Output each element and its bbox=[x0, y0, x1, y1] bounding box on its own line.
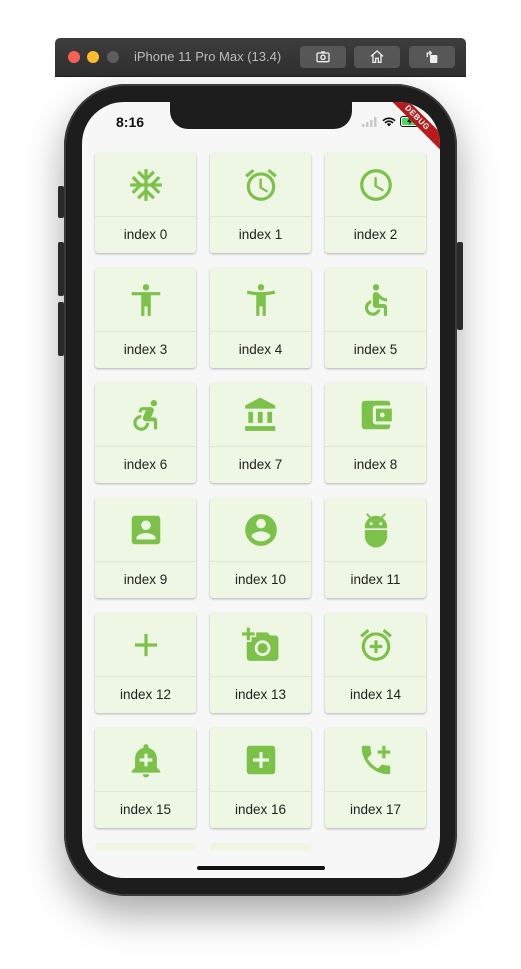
grid-item-icon-area bbox=[95, 153, 196, 217]
account-box-icon bbox=[131, 515, 160, 544]
add-call-icon bbox=[361, 745, 390, 774]
accessible-icon bbox=[364, 283, 387, 316]
icon-grid: index 0 index 1 index 2 index 3 index 4 index… bbox=[82, 102, 440, 878]
grid-item-label: index 3 bbox=[123, 342, 168, 357]
access-alarm-icon bbox=[244, 168, 277, 201]
grid-item-partial[interactable] bbox=[210, 843, 311, 851]
grid-item-icon-area bbox=[95, 613, 196, 677]
grid-item-label: index 16 bbox=[234, 802, 287, 817]
grid-item-label: index 12 bbox=[119, 687, 172, 702]
screenshot-button[interactable] bbox=[300, 46, 346, 68]
grid-item[interactable]: index 3 bbox=[95, 268, 196, 368]
grid-item[interactable]: index 5 bbox=[325, 268, 426, 368]
grid-item-label: index 14 bbox=[349, 687, 402, 702]
grid-item-icon-area bbox=[95, 728, 196, 792]
wifi-icon bbox=[382, 117, 396, 126]
minimize-window-button[interactable] bbox=[87, 51, 99, 63]
grid-item[interactable]: index 11 bbox=[325, 498, 426, 598]
home-indicator[interactable] bbox=[197, 866, 325, 870]
access-time-icon bbox=[359, 168, 392, 201]
home-button[interactable] bbox=[354, 46, 400, 68]
volume-down-button bbox=[58, 302, 64, 356]
grid-item[interactable]: index 12 bbox=[95, 613, 196, 713]
grid-item[interactable]: index 9 bbox=[95, 498, 196, 598]
grid-item-label: index 15 bbox=[119, 802, 172, 817]
grid-item-label: index 7 bbox=[238, 457, 283, 472]
grid-item-label: index 10 bbox=[234, 572, 287, 587]
add-alert-icon bbox=[131, 743, 160, 777]
grid-item-label: index 0 bbox=[123, 227, 168, 242]
grid-item[interactable]: index 10 bbox=[210, 498, 311, 598]
grid-item[interactable]: index 17 bbox=[325, 728, 426, 828]
grid-item[interactable]: index 13 bbox=[210, 613, 311, 713]
signal-icon bbox=[362, 116, 377, 127]
rotate-button[interactable] bbox=[409, 46, 455, 68]
accessibility-new-icon bbox=[246, 283, 275, 316]
grid-item[interactable]: index 8 bbox=[325, 383, 426, 483]
power-button bbox=[457, 242, 463, 330]
notch bbox=[170, 102, 352, 129]
close-window-button[interactable] bbox=[68, 51, 80, 63]
grid-item-icon-area bbox=[210, 153, 311, 217]
add-icon bbox=[134, 633, 157, 656]
grid-item[interactable]: index 14 bbox=[325, 613, 426, 713]
simulator-title-bar: iPhone 11 Pro Max (13.4) bbox=[55, 38, 466, 76]
grid-item-label: index 11 bbox=[350, 572, 401, 587]
grid-item-label: index 8 bbox=[353, 457, 398, 472]
grid-item-icon-area bbox=[325, 383, 426, 447]
grid-item-icon-area bbox=[95, 268, 196, 332]
grid-item-icon-area bbox=[325, 613, 426, 677]
grid-item-icon-area bbox=[210, 613, 311, 677]
mute-switch bbox=[58, 186, 64, 218]
grid-item-label: index 13 bbox=[234, 687, 287, 702]
volume-up-button bbox=[58, 242, 64, 296]
device-screen: index 0 index 1 index 2 index 3 index 4 index… bbox=[82, 102, 440, 878]
grid-item-label: index 6 bbox=[123, 457, 168, 472]
screenshot-icon bbox=[316, 51, 330, 63]
grid-item-label: index 9 bbox=[123, 572, 168, 587]
grid-item-label: index 1 bbox=[238, 227, 283, 242]
grid-item-icon-area bbox=[325, 498, 426, 562]
grid-item-label: index 2 bbox=[353, 227, 398, 242]
rotate-icon bbox=[426, 50, 438, 63]
grid-item-icon-area bbox=[210, 498, 311, 562]
status-time: 8:16 bbox=[116, 114, 145, 130]
grid-item[interactable]: index 7 bbox=[210, 383, 311, 483]
grid-item-label: index 5 bbox=[353, 342, 398, 357]
simulator-title: iPhone 11 Pro Max (13.4) bbox=[134, 49, 282, 64]
add-a-photo-icon bbox=[241, 627, 278, 661]
grid-item-icon-area bbox=[210, 728, 311, 792]
grid-item-icon-area bbox=[95, 383, 196, 447]
grid-item-icon-area bbox=[210, 268, 311, 332]
accessible-forward-icon bbox=[132, 399, 157, 431]
grid-item[interactable]: index 1 bbox=[210, 153, 311, 253]
grid-item[interactable]: index 2 bbox=[325, 153, 426, 253]
grid-item-icon-area bbox=[210, 383, 311, 447]
grid-item-icon-area bbox=[325, 268, 426, 332]
grid-item-icon-area bbox=[325, 728, 426, 792]
grid-item-label: index 17 bbox=[349, 802, 402, 817]
grid-item[interactable]: index 4 bbox=[210, 268, 311, 368]
grid-item-label: index 4 bbox=[238, 342, 283, 357]
account-balance-icon bbox=[244, 397, 275, 431]
grid-item[interactable]: index 15 bbox=[95, 728, 196, 828]
grid-item-icon-area bbox=[325, 153, 426, 217]
zoom-window-button[interactable] bbox=[107, 51, 119, 63]
grid-item[interactable]: index 6 bbox=[95, 383, 196, 483]
add-alarm-icon bbox=[359, 628, 392, 661]
account-circle-icon bbox=[244, 513, 277, 546]
adb-icon bbox=[364, 512, 387, 547]
accessibility-icon bbox=[131, 283, 160, 316]
home-icon bbox=[370, 50, 384, 63]
ac-unit-icon bbox=[129, 168, 162, 201]
grid-item-partial[interactable] bbox=[95, 843, 196, 851]
grid-item[interactable]: index 16 bbox=[210, 728, 311, 828]
add-box-icon bbox=[246, 745, 275, 774]
grid-item[interactable]: index 0 bbox=[95, 153, 196, 253]
grid-item-icon-area bbox=[95, 498, 196, 562]
account-balance-wallet-icon bbox=[361, 400, 392, 429]
